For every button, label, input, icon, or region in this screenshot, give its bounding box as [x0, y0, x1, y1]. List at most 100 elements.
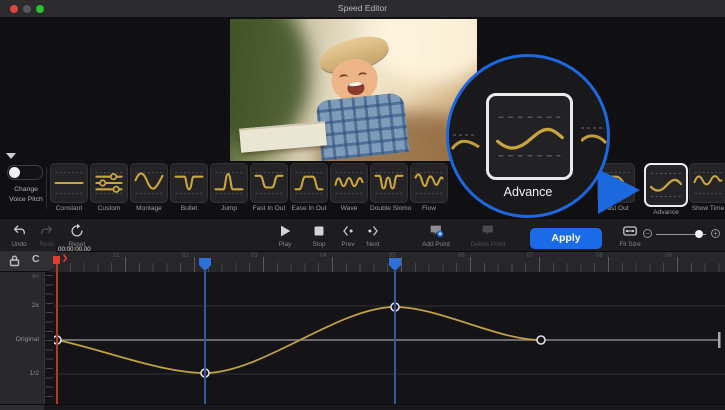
window-title: Speed Editor — [0, 0, 725, 17]
flow-icon — [410, 163, 448, 203]
apply-button[interactable]: Apply — [530, 228, 602, 249]
ruler-label: 03 — [251, 253, 258, 259]
voice-pitch-toggle[interactable] — [7, 165, 43, 180]
toolbar: Undo Redo Reset Play Stop Prev Next — [0, 218, 725, 252]
speed-curve-editor[interactable]: 4x 2x Original 1/2 — [0, 272, 725, 404]
timeline-ruler[interactable]: 010203040506070809 C 00:00:00.00 — [0, 252, 725, 272]
speed-axis: 4x 2x Original 1/2 — [0, 272, 45, 404]
preset-show-time[interactable]: Show Time — [689, 163, 725, 212]
preset-label: Ease In Out — [290, 205, 328, 212]
keyframe-line — [204, 271, 206, 404]
child-eye — [339, 74, 349, 82]
preset-label: Montage — [130, 205, 168, 212]
show-time-icon — [689, 163, 725, 203]
bullet-icon — [170, 163, 208, 203]
ruler-label: 02 — [182, 253, 189, 259]
delete-point-icon — [480, 223, 496, 239]
speed-editor-window: Speed Editor Change Voice Pitch Constant — [0, 0, 725, 410]
redo-icon — [39, 223, 55, 239]
speed-axis-label: 2x — [32, 302, 39, 309]
add-point-button[interactable]: Add Point — [414, 223, 458, 248]
curve-point[interactable] — [537, 336, 545, 344]
fit-size-button[interactable]: Fit Size — [613, 223, 647, 248]
video-subject-child — [310, 31, 443, 161]
fast-in-out-icon — [250, 163, 288, 203]
collapse-panel-triangle-icon[interactable] — [6, 153, 16, 159]
speed-axis-label: 4x — [32, 273, 39, 280]
timeline-tools: C — [0, 251, 56, 272]
ruler-label: 04 — [320, 253, 327, 259]
ruler-label: 08 — [596, 253, 603, 259]
zoom-out-button[interactable]: − — [643, 229, 652, 238]
delete-point-button[interactable]: Delete Point — [464, 223, 512, 248]
ruler-label: 06 — [458, 253, 465, 259]
video-preview — [230, 19, 477, 161]
undo-icon — [11, 223, 27, 239]
magnifier-preset-label: Advance — [449, 185, 607, 199]
preset-advance[interactable]: Advance — [644, 163, 688, 216]
magnified-neighbor-tile-fragment — [451, 129, 481, 159]
child-eye — [358, 72, 368, 80]
preset-label: Custom — [90, 205, 128, 212]
preset-bullet[interactable]: Bullet — [170, 163, 208, 212]
preset-wave[interactable]: Wave — [330, 163, 368, 212]
next-button[interactable]: Next — [356, 223, 390, 248]
preset-constant[interactable]: Constant — [50, 163, 88, 212]
playhead-handle[interactable] — [53, 256, 60, 264]
fit-size-icon — [622, 223, 638, 239]
keyframe-line — [394, 271, 396, 404]
add-point-icon — [428, 223, 444, 239]
child-plaid-shirt — [316, 92, 410, 161]
wave-icon — [330, 163, 368, 203]
preset-custom[interactable]: Custom — [90, 163, 128, 212]
redo-button[interactable]: Redo — [30, 223, 64, 248]
preset-label: Advance — [644, 209, 688, 216]
ruler-label: 09 — [665, 253, 672, 259]
zoom-in-button[interactable]: + — [711, 229, 720, 238]
ease-in-out-icon — [290, 163, 328, 203]
preset-label: Double Slomo — [370, 205, 408, 212]
preset-fast-in-out[interactable]: Fast In Out — [250, 163, 288, 212]
play-button[interactable]: Play — [268, 223, 302, 248]
divider — [46, 167, 47, 209]
child-mouth — [347, 81, 365, 96]
curve-tool-icon[interactable]: C — [32, 253, 40, 265]
reset-button[interactable]: Reset — [60, 223, 94, 248]
constant-icon — [50, 163, 88, 203]
speed-axis-label: 1/2 — [30, 370, 39, 377]
ruler-label: 07 — [527, 253, 534, 259]
scrollbar-corner — [0, 405, 44, 410]
preset-label: Wave — [330, 205, 368, 212]
lock-icon[interactable] — [8, 254, 21, 267]
play-icon — [277, 223, 293, 239]
toggle-knob — [9, 167, 20, 178]
preset-double-slomo[interactable]: Double Slomo — [370, 163, 408, 212]
preset-label: Fast In Out — [250, 205, 288, 212]
magnifier-circle: Advance — [446, 54, 610, 218]
advance-curve-icon — [498, 129, 563, 148]
voice-pitch-label-line1: Change — [0, 186, 52, 193]
fit-size-slider-knob[interactable] — [695, 230, 703, 238]
reset-icon — [69, 223, 85, 239]
preset-label: Show Time — [689, 205, 725, 212]
playhead-timecode: 00:00:00.00 — [58, 246, 91, 253]
preset-label: Flow — [410, 205, 448, 212]
magnified-neighbor-tile-fragment — [581, 123, 607, 153]
prev-icon — [340, 223, 356, 239]
preset-flow[interactable]: Flow — [410, 163, 448, 212]
preset-label: Bullet — [170, 205, 208, 212]
preset-label: Jump — [210, 205, 248, 212]
speed-axis-label: Original — [16, 336, 39, 343]
stop-icon — [311, 223, 327, 239]
preset-montage[interactable]: Montage — [130, 163, 168, 212]
next-icon — [365, 223, 381, 239]
jump-icon — [210, 163, 248, 203]
playhead-chevron-icon: ❯ — [62, 254, 68, 262]
montage-icon — [130, 163, 168, 203]
preset-label: Constant — [50, 205, 88, 212]
preset-jump[interactable]: Jump — [210, 163, 248, 212]
horizontal-scrollbar[interactable] — [0, 404, 725, 410]
preset-ease-in-out[interactable]: Ease In Out — [290, 163, 328, 212]
speed-curve-canvas[interactable] — [54, 272, 725, 404]
clip-end-marker — [718, 332, 721, 348]
